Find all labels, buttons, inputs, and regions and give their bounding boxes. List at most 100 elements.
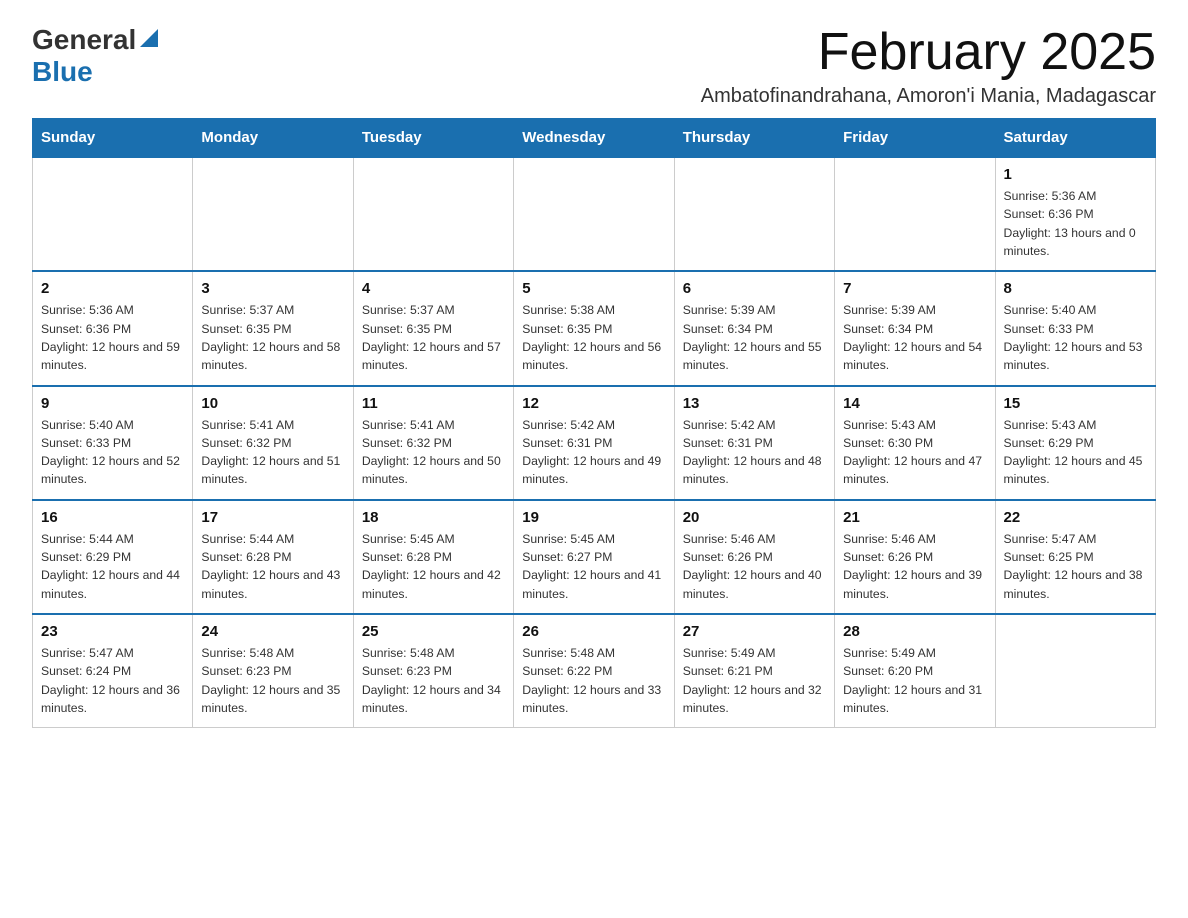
- calendar-cell: [33, 157, 193, 271]
- calendar-cell: 12 Sunrise: 5:42 AMSunset: 6:31 PMDayligh…: [514, 386, 674, 500]
- day-number: 9: [41, 395, 184, 412]
- calendar-cell: 28 Sunrise: 5:49 AMSunset: 6:20 PMDayligh…: [835, 614, 995, 728]
- logo-blue-text: Blue: [32, 56, 93, 87]
- calendar-cell: 22 Sunrise: 5:47 AMSunset: 6:25 PMDayligh…: [995, 500, 1155, 614]
- calendar-cell: 2 Sunrise: 5:36 AMSunset: 6:36 PMDaylight…: [33, 271, 193, 385]
- calendar-cell: 8 Sunrise: 5:40 AMSunset: 6:33 PMDaylight…: [995, 271, 1155, 385]
- day-number: 27: [683, 623, 826, 640]
- calendar-cell: 15Sunrise: 5:43 AMSunset: 6:29 PMDayligh…: [995, 386, 1155, 500]
- calendar-cell: 27 Sunrise: 5:49 AMSunset: 6:21 PMDayligh…: [674, 614, 834, 728]
- calendar-cell: 21 Sunrise: 5:46 AMSunset: 6:26 PMDayligh…: [835, 500, 995, 614]
- logo-general-text: General: [32, 24, 136, 56]
- day-info: Sunrise: 5:40 AMSunset: 6:33 PMDaylight:…: [1004, 301, 1147, 374]
- day-number: 11: [362, 395, 505, 412]
- day-info: Sunrise: 5:39 AMSunset: 6:34 PMDaylight:…: [683, 301, 826, 374]
- day-number: 17: [201, 509, 344, 526]
- day-info: Sunrise: 5:43 AMSunset: 6:30 PMDaylight:…: [843, 416, 986, 489]
- calendar-cell: 19 Sunrise: 5:45 AMSunset: 6:27 PMDayligh…: [514, 500, 674, 614]
- logo: General Blue: [32, 24, 158, 88]
- col-saturday: Saturday: [995, 119, 1155, 158]
- day-number: 10: [201, 395, 344, 412]
- day-info: Sunrise: 5:47 AMSunset: 6:25 PMDaylight:…: [1004, 530, 1147, 603]
- calendar-title-area: February 2025 Ambatofinandrahana, Amoron…: [701, 24, 1156, 108]
- day-number: 21: [843, 509, 986, 526]
- logo-triangle-icon: [140, 29, 158, 52]
- day-number: 14: [843, 395, 986, 412]
- day-info: Sunrise: 5:46 AMSunset: 6:26 PMDaylight:…: [683, 530, 826, 603]
- day-info: Sunrise: 5:42 AMSunset: 6:31 PMDaylight:…: [522, 416, 665, 489]
- day-info: Sunrise: 5:40 AMSunset: 6:33 PMDaylight:…: [41, 416, 184, 489]
- calendar-cell: 5 Sunrise: 5:38 AMSunset: 6:35 PMDaylight…: [514, 271, 674, 385]
- calendar-cell: 16 Sunrise: 5:44 AMSunset: 6:29 PMDayligh…: [33, 500, 193, 614]
- day-number: 2: [41, 280, 184, 297]
- day-info: Sunrise: 5:44 AMSunset: 6:28 PMDaylight:…: [201, 530, 344, 603]
- day-number: 22: [1004, 509, 1147, 526]
- calendar-cell: 24Sunrise: 5:48 AMSunset: 6:23 PMDayligh…: [193, 614, 353, 728]
- calendar-cell: [353, 157, 513, 271]
- calendar-cell: 6 Sunrise: 5:39 AMSunset: 6:34 PMDaylight…: [674, 271, 834, 385]
- day-number: 26: [522, 623, 665, 640]
- day-info: Sunrise: 5:43 AMSunset: 6:29 PMDaylight:…: [1004, 416, 1147, 489]
- calendar-cell: 25 Sunrise: 5:48 AMSunset: 6:23 PMDayligh…: [353, 614, 513, 728]
- calendar-cell: 13 Sunrise: 5:42 AMSunset: 6:31 PMDayligh…: [674, 386, 834, 500]
- calendar-cell: [835, 157, 995, 271]
- day-number: 23: [41, 623, 184, 640]
- day-number: 6: [683, 280, 826, 297]
- calendar-cell: 11 Sunrise: 5:41 AMSunset: 6:32 PMDayligh…: [353, 386, 513, 500]
- day-info: Sunrise: 5:48 AMSunset: 6:23 PMDaylight:…: [362, 644, 505, 717]
- calendar-cell: [514, 157, 674, 271]
- day-number: 19: [522, 509, 665, 526]
- day-info: Sunrise: 5:46 AMSunset: 6:26 PMDaylight:…: [843, 530, 986, 603]
- calendar-cell: 1 Sunrise: 5:36 AMSunset: 6:36 PMDaylight…: [995, 157, 1155, 271]
- day-info: Sunrise: 5:39 AMSunset: 6:34 PMDaylight:…: [843, 301, 986, 374]
- day-number: 25: [362, 623, 505, 640]
- day-number: 13: [683, 395, 826, 412]
- week-row-5: 23 Sunrise: 5:47 AMSunset: 6:24 PMDayligh…: [33, 614, 1156, 728]
- location-subtitle: Ambatofinandrahana, Amoron'i Mania, Mada…: [701, 85, 1156, 108]
- week-row-4: 16 Sunrise: 5:44 AMSunset: 6:29 PMDayligh…: [33, 500, 1156, 614]
- day-number: 18: [362, 509, 505, 526]
- day-info: Sunrise: 5:49 AMSunset: 6:20 PMDaylight:…: [843, 644, 986, 717]
- day-info: Sunrise: 5:41 AMSunset: 6:32 PMDaylight:…: [201, 416, 344, 489]
- calendar-cell: 17 Sunrise: 5:44 AMSunset: 6:28 PMDayligh…: [193, 500, 353, 614]
- day-info: Sunrise: 5:44 AMSunset: 6:29 PMDaylight:…: [41, 530, 184, 603]
- day-number: 4: [362, 280, 505, 297]
- col-wednesday: Wednesday: [514, 119, 674, 158]
- calendar-cell: 20 Sunrise: 5:46 AMSunset: 6:26 PMDayligh…: [674, 500, 834, 614]
- day-info: Sunrise: 5:42 AMSunset: 6:31 PMDaylight:…: [683, 416, 826, 489]
- calendar-cell: [995, 614, 1155, 728]
- day-info: Sunrise: 5:41 AMSunset: 6:32 PMDaylight:…: [362, 416, 505, 489]
- day-info: Sunrise: 5:49 AMSunset: 6:21 PMDaylight:…: [683, 644, 826, 717]
- calendar-cell: 3Sunrise: 5:37 AMSunset: 6:35 PMDaylight…: [193, 271, 353, 385]
- week-row-3: 9 Sunrise: 5:40 AMSunset: 6:33 PMDaylight…: [33, 386, 1156, 500]
- col-monday: Monday: [193, 119, 353, 158]
- calendar-cell: 10 Sunrise: 5:41 AMSunset: 6:32 PMDayligh…: [193, 386, 353, 500]
- col-sunday: Sunday: [33, 119, 193, 158]
- day-info: Sunrise: 5:38 AMSunset: 6:35 PMDaylight:…: [522, 301, 665, 374]
- day-number: 1: [1004, 166, 1147, 183]
- day-info: Sunrise: 5:47 AMSunset: 6:24 PMDaylight:…: [41, 644, 184, 717]
- day-number: 3: [201, 280, 344, 297]
- calendar-cell: 9 Sunrise: 5:40 AMSunset: 6:33 PMDaylight…: [33, 386, 193, 500]
- calendar-cell: [674, 157, 834, 271]
- day-info: Sunrise: 5:36 AMSunset: 6:36 PMDaylight:…: [41, 301, 184, 374]
- col-tuesday: Tuesday: [353, 119, 513, 158]
- calendar-header-row: Sunday Monday Tuesday Wednesday Thursday…: [33, 119, 1156, 158]
- calendar-table: Sunday Monday Tuesday Wednesday Thursday…: [32, 118, 1156, 728]
- calendar-cell: 7Sunrise: 5:39 AMSunset: 6:34 PMDaylight…: [835, 271, 995, 385]
- day-info: Sunrise: 5:36 AMSunset: 6:36 PMDaylight:…: [1004, 187, 1147, 260]
- calendar-cell: 26Sunrise: 5:48 AMSunset: 6:22 PMDayligh…: [514, 614, 674, 728]
- week-row-2: 2 Sunrise: 5:36 AMSunset: 6:36 PMDaylight…: [33, 271, 1156, 385]
- day-number: 20: [683, 509, 826, 526]
- day-number: 5: [522, 280, 665, 297]
- day-number: 12: [522, 395, 665, 412]
- day-number: 8: [1004, 280, 1147, 297]
- page-header: General Blue February 2025 Ambatofinandr…: [32, 24, 1156, 108]
- day-info: Sunrise: 5:37 AMSunset: 6:35 PMDaylight:…: [362, 301, 505, 374]
- day-number: 16: [41, 509, 184, 526]
- calendar-cell: 18Sunrise: 5:45 AMSunset: 6:28 PMDayligh…: [353, 500, 513, 614]
- month-title: February 2025: [701, 24, 1156, 81]
- day-number: 28: [843, 623, 986, 640]
- week-row-1: 1 Sunrise: 5:36 AMSunset: 6:36 PMDaylight…: [33, 157, 1156, 271]
- day-info: Sunrise: 5:45 AMSunset: 6:27 PMDaylight:…: [522, 530, 665, 603]
